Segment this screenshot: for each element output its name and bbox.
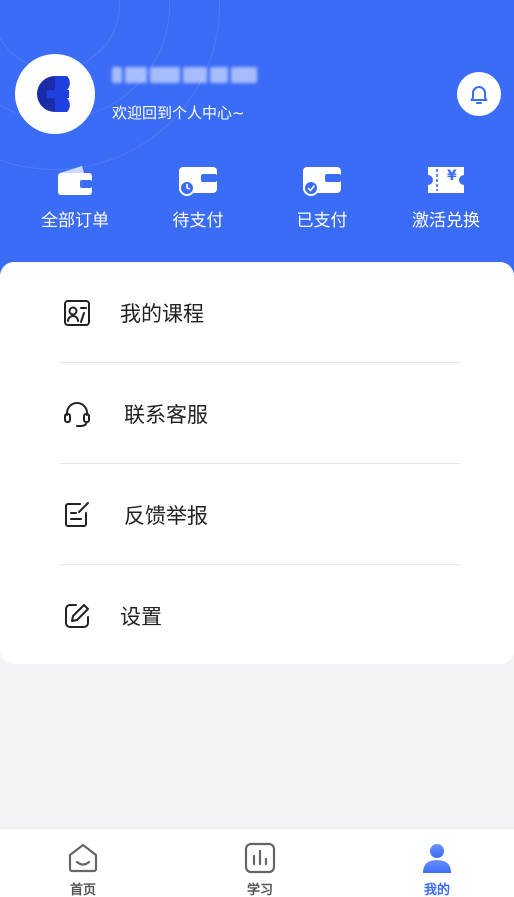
tab-label-study: 学习 bbox=[246, 883, 273, 897]
menu-item-feedback-report[interactable]: 反馈举报 bbox=[60, 464, 460, 565]
user-icon bbox=[419, 841, 455, 875]
bell-icon bbox=[470, 86, 488, 104]
tab-label-home: 首页 bbox=[69, 883, 96, 897]
order-paid-label: 已支付 bbox=[296, 211, 348, 231]
avatar[interactable] bbox=[15, 54, 95, 134]
order-shortcuts: 全部订单 待支付 已支付 ¥ 激活兑换 bbox=[0, 160, 514, 240]
profile-page: 欢迎回到个人中心~ 全部订单 待支付 已支付 ¥ 激活兑换 我的课程 联系客服 … bbox=[0, 0, 514, 897]
menu-card: 我的课程 联系客服 反馈举报 设置 bbox=[0, 262, 514, 664]
order-all-label: 全部订单 bbox=[41, 211, 109, 231]
settings-edit-icon bbox=[60, 599, 94, 633]
home-icon bbox=[65, 841, 101, 875]
username-redacted bbox=[112, 64, 258, 86]
wallet-icon bbox=[53, 160, 97, 200]
wallet-clock-icon bbox=[176, 160, 220, 200]
order-all-button[interactable]: 全部订单 bbox=[15, 160, 135, 240]
menu-item-contact-support[interactable]: 联系客服 bbox=[60, 363, 460, 464]
welcome-text: 欢迎回到个人中心~ bbox=[112, 104, 245, 122]
tab-label-mine: 我的 bbox=[423, 883, 450, 897]
tab-mine[interactable]: 我的 bbox=[382, 829, 492, 897]
menu-item-settings[interactable]: 设置 bbox=[60, 565, 460, 666]
profile-header: 欢迎回到个人中心~ 全部订单 待支付 已支付 ¥ 激活兑换 bbox=[0, 0, 514, 300]
activate-redeem-button[interactable]: ¥ 激活兑换 bbox=[386, 160, 506, 240]
bottom-tab-bar: 首页 学习 我的 bbox=[0, 828, 514, 897]
menu-label-contact-support: 联系客服 bbox=[124, 402, 208, 427]
order-unpaid-button[interactable]: 待支付 bbox=[138, 160, 258, 240]
ticket-yen-symbol: ¥ bbox=[447, 168, 457, 184]
tab-home[interactable]: 首页 bbox=[28, 829, 138, 897]
activate-redeem-label: 激活兑换 bbox=[412, 211, 480, 231]
wallet-check-icon bbox=[300, 160, 344, 200]
feedback-edit-icon bbox=[60, 498, 94, 532]
menu-item-my-courses[interactable]: 我的课程 bbox=[60, 262, 460, 363]
menu-label-my-courses: 我的课程 bbox=[120, 301, 204, 326]
order-unpaid-label: 待支付 bbox=[172, 211, 224, 231]
order-paid-button[interactable]: 已支付 bbox=[262, 160, 382, 240]
chart-icon bbox=[242, 841, 278, 875]
ticket-yen-icon: ¥ bbox=[424, 160, 468, 200]
notification-button[interactable] bbox=[457, 72, 501, 116]
tab-study[interactable]: 学习 bbox=[205, 829, 315, 897]
menu-label-settings: 设置 bbox=[120, 604, 162, 629]
headset-icon bbox=[60, 397, 94, 431]
app-logo-icon bbox=[37, 76, 70, 112]
course-card-icon bbox=[60, 296, 94, 330]
menu-label-feedback-report: 反馈举报 bbox=[124, 503, 208, 528]
